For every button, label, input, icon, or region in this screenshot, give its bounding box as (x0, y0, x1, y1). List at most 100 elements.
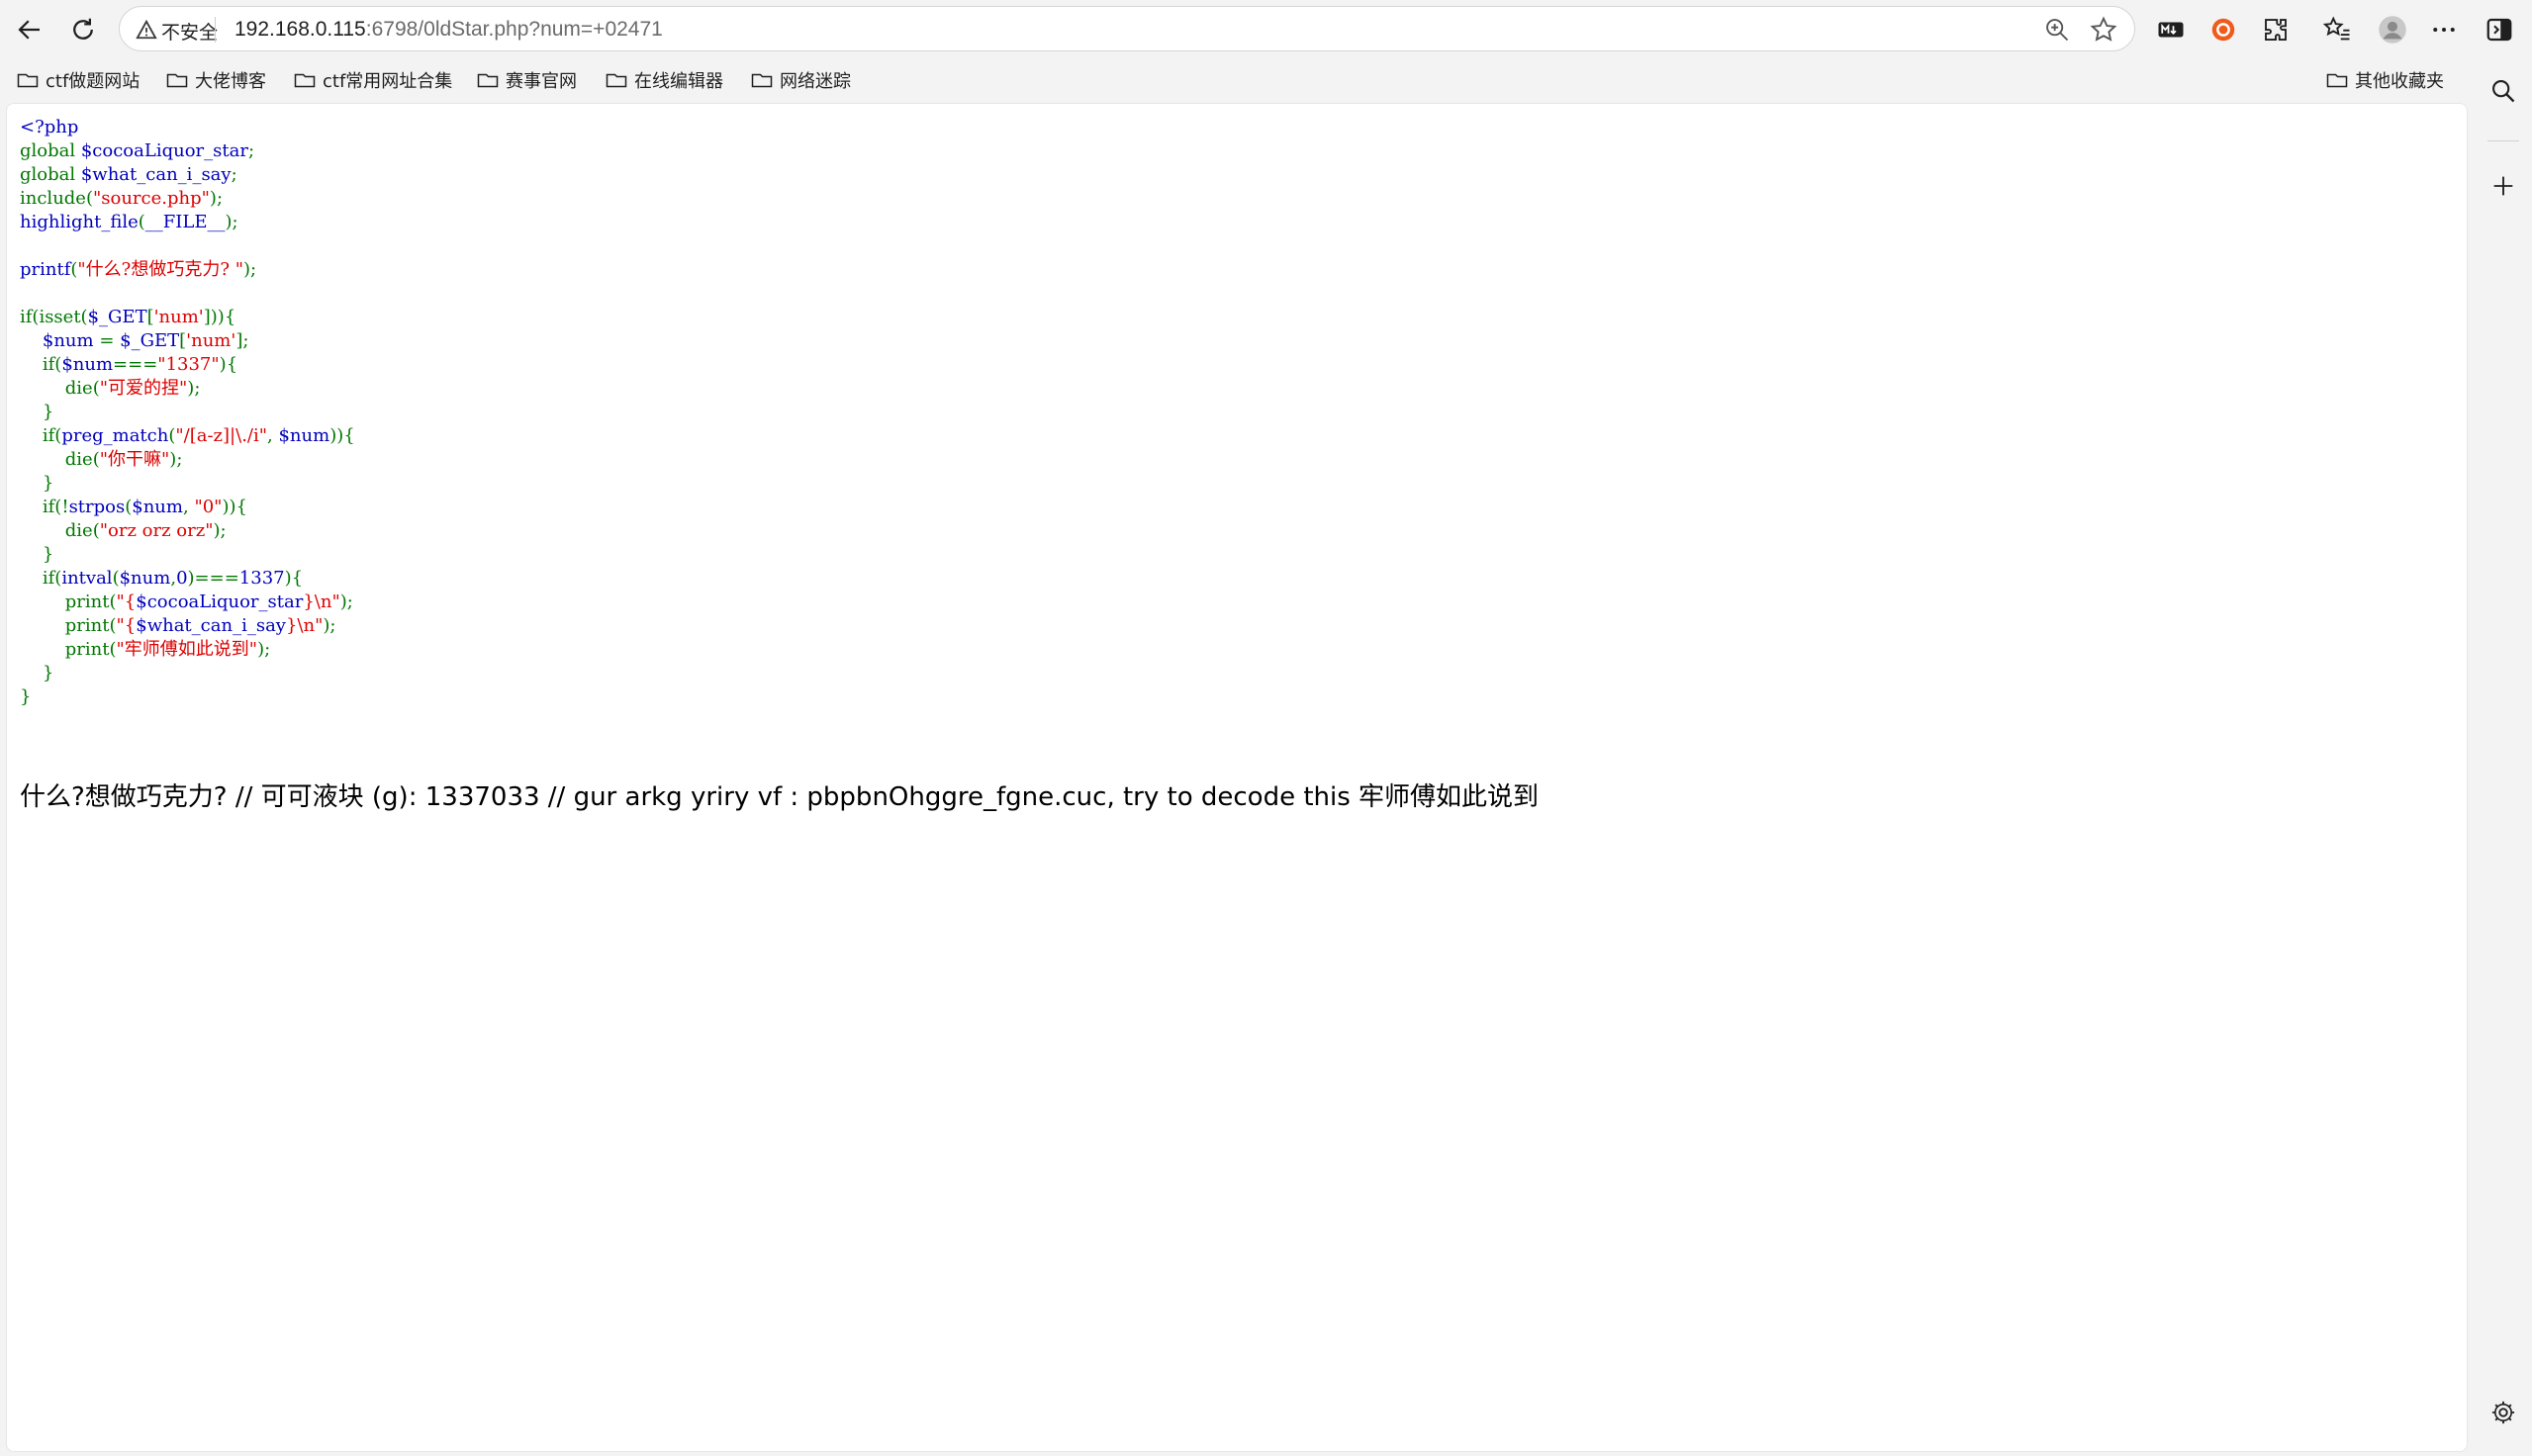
profile-button[interactable] (2371, 8, 2414, 51)
code-line: if(preg_match("/[a-z]|\./i", $num)){ (20, 424, 355, 448)
page-output-text: 什么?想做巧克力? // 可可液块 (g): 1337033 // gur ar… (20, 782, 1540, 812)
code-token: } (20, 473, 54, 494)
sidebar-toggle-button[interactable] (2478, 8, 2521, 51)
folder-icon (477, 73, 499, 88)
code-line: $num = $_GET['num']; (20, 329, 355, 353)
code-token: ; (247, 140, 255, 161)
code-line: if(isset($_GET['num'])){ (20, 306, 355, 329)
record-extension-button[interactable] (2202, 8, 2245, 51)
more-menu-button[interactable] (2422, 8, 2466, 51)
markdown-icon (2158, 22, 2184, 38)
bookmarks-bar: ctf做题网站 大佬博客 ctf常用网址合集 赛事官网 在线编辑器 网络迷踪 其… (0, 59, 2474, 99)
code-line: print("{$cocoaLiquor_star}\n"); (20, 591, 355, 614)
code-token: $_GET (120, 330, 180, 351)
code-line: highlight_file(__FILE__); (20, 211, 355, 234)
code-token: } (20, 402, 54, 422)
bookmark-folder-ctf-links[interactable]: ctf常用网址合集 (293, 65, 452, 95)
code-token: global (20, 164, 81, 185)
bookmark-folder-blogs[interactable]: 大佬博客 (165, 65, 266, 95)
code-token: $num (61, 354, 114, 375)
code-token: ); (213, 520, 227, 541)
code-line: die("可爱的捏"); (20, 377, 355, 401)
code-token: preg_match (61, 425, 169, 446)
code-token: ); (169, 449, 183, 470)
code-token: ]; (235, 330, 249, 351)
bookmark-folder-editors[interactable]: 在线编辑器 (605, 65, 723, 95)
code-token: $what_can_i_say (80, 164, 232, 185)
code-token: print( (20, 615, 117, 636)
code-token: $cocoaLiquor_star (80, 140, 248, 161)
code-token: global (20, 140, 81, 161)
extensions-button[interactable] (2254, 8, 2298, 51)
ellipsis-icon (2433, 28, 2455, 32)
code-token: ( (138, 212, 145, 232)
side-search-button[interactable] (2484, 71, 2523, 111)
address-bar[interactable]: 不安全 192.168.0.115:6798/0ldStar.php?num=+… (119, 6, 2135, 51)
code-token: ); (323, 615, 336, 636)
side-add-button[interactable] (2484, 166, 2523, 206)
code-token: "可爱的捏" (99, 378, 188, 399)
code-token: ){ (219, 354, 238, 375)
folder-icon (294, 73, 316, 88)
php-source-code: <?php global $cocoaLiquor_star; global $wh… (20, 116, 355, 709)
arrow-left-icon (18, 20, 40, 40)
code-token: ); (209, 188, 224, 209)
bookmark-label: ctf常用网址合集 (323, 71, 453, 92)
code-token: 'num' (153, 307, 204, 327)
bookmark-folder-osint[interactable]: 网络迷踪 (750, 65, 851, 95)
bookmark-label: ctf做题网站 (46, 71, 141, 92)
code-token: }\n" (303, 592, 340, 612)
code-token: "/[a-z]|\./i" (175, 425, 268, 446)
code-token: die( (20, 520, 100, 541)
code-line: include("source.php"); (20, 187, 355, 211)
favorites-button[interactable] (2315, 8, 2359, 51)
code-token: if( (20, 568, 62, 589)
url-text[interactable]: 192.168.0.115:6798/0ldStar.php?num=+0247… (234, 18, 663, 42)
back-button[interactable] (8, 8, 51, 51)
page-content: <?php global $cocoaLiquor_star; global $wh… (6, 103, 2468, 1452)
reload-button[interactable] (61, 8, 105, 51)
code-token: "1337" (157, 354, 220, 375)
code-line: global $what_can_i_say; (20, 163, 355, 187)
search-icon (2492, 80, 2515, 103)
code-line: if(intval($num,0)===1337){ (20, 567, 355, 591)
bookmark-folder-events[interactable]: 赛事官网 (476, 65, 577, 95)
code-token: )){ (222, 497, 247, 517)
folder-icon (17, 73, 39, 88)
markdown-extension-button[interactable] (2149, 8, 2193, 51)
code-token: "牢师傅如此说到" (116, 639, 258, 660)
code-token: "什么?想做巧克力? " (77, 259, 243, 280)
code-token: if( (20, 425, 62, 446)
favorite-star-icon[interactable] (2089, 15, 2118, 45)
code-line: global $cocoaLiquor_star; (20, 139, 355, 163)
code-token: } (20, 663, 54, 683)
side-settings-button[interactable] (2484, 1393, 2523, 1432)
zoom-icon[interactable] (2043, 16, 2071, 44)
code-token: if( (20, 354, 62, 375)
bookmark-label: 网络迷踪 (780, 71, 851, 92)
bookmark-folder-ctf-sites[interactable]: ctf做题网站 (16, 65, 140, 95)
code-token: print( (20, 592, 117, 612)
puzzle-icon (2265, 19, 2287, 41)
code-token: intval (61, 568, 113, 589)
url-host: 192.168.0.115 (234, 18, 366, 41)
bookmark-folder-other[interactable]: 其他收藏夹 (2325, 65, 2444, 95)
code-token: "{ (116, 615, 137, 636)
orange-circle-icon (2211, 18, 2235, 42)
code-token: $num (278, 425, 330, 446)
code-token: 1337 (238, 568, 285, 589)
code-token: }\n" (285, 615, 324, 636)
code-token: ; (231, 164, 237, 185)
folder-icon (166, 73, 188, 88)
code-line: } (20, 401, 355, 424)
favorites-list-icon (2322, 16, 2350, 41)
code-line: print("牢师傅如此说到"); (20, 638, 355, 662)
code-token: $cocoaLiquor_star (136, 592, 304, 612)
code-token: ); (339, 592, 353, 612)
code-token: ); (225, 212, 238, 232)
folder-icon (2326, 73, 2348, 88)
gear-icon (2491, 1401, 2515, 1424)
code-line: die("orz orz orz"); (20, 519, 355, 543)
insecure-label[interactable]: 不安全 (161, 18, 218, 45)
code-line: <?php (20, 116, 355, 139)
